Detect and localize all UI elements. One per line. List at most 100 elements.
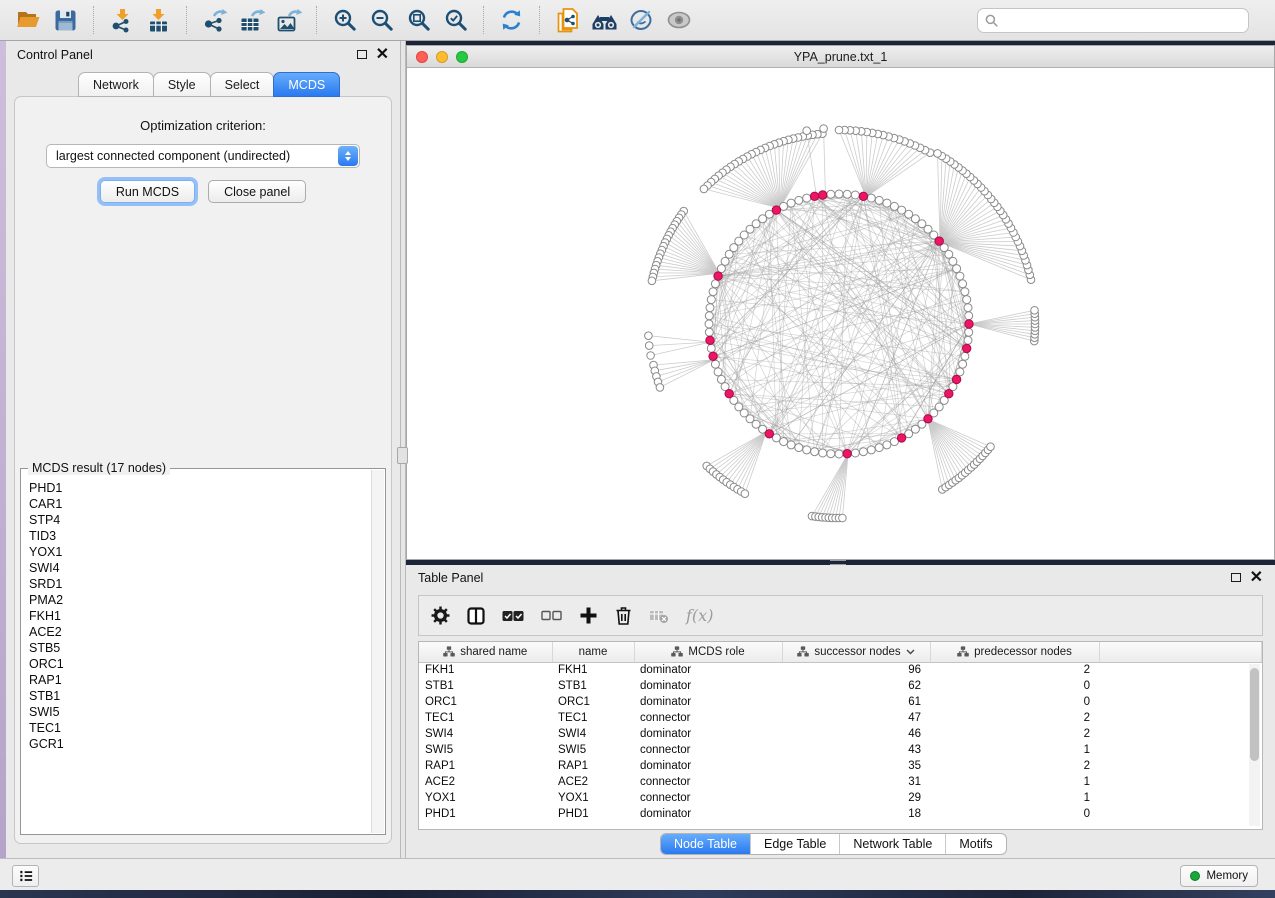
table-row[interactable]: ORC1ORC1dominator610 bbox=[419, 694, 1262, 710]
mcds-result-item[interactable]: STB5 bbox=[22, 640, 384, 656]
delete-table-icon[interactable] bbox=[649, 608, 669, 624]
mcds-result-item[interactable]: PHD1 bbox=[22, 480, 384, 496]
close-panel-icon[interactable]: ✕ bbox=[376, 49, 389, 61]
mcds-tab-content: Optimization criterion: largest connecte… bbox=[14, 96, 392, 844]
close-light[interactable] bbox=[416, 51, 428, 63]
table-scrollbar[interactable] bbox=[1249, 664, 1260, 826]
table-panel-tabs: Node TableEdge TableNetwork TableMotifs bbox=[660, 833, 1007, 855]
zoom-in-icon[interactable] bbox=[326, 2, 363, 38]
mcds-result-item[interactable]: TID3 bbox=[22, 528, 384, 544]
float-panel-icon[interactable] bbox=[1231, 573, 1241, 582]
network-window-titlebar[interactable]: YPA_prune.txt_1 bbox=[407, 46, 1274, 68]
column-header-name[interactable]: name bbox=[552, 642, 634, 662]
mcds-result-item[interactable]: FKH1 bbox=[22, 608, 384, 624]
column-layout-icon[interactable] bbox=[467, 607, 485, 625]
tab-node-table[interactable]: Node Table bbox=[661, 834, 750, 854]
deselect-all-checkbox-icon[interactable] bbox=[541, 610, 562, 621]
table-row[interactable]: TEC1TEC1connector472 bbox=[419, 710, 1262, 726]
mcds-result-item[interactable]: ACE2 bbox=[22, 624, 384, 640]
mcds-result-item[interactable]: STP4 bbox=[22, 512, 384, 528]
delete-column-icon[interactable] bbox=[615, 606, 632, 626]
table-cell: 2 bbox=[930, 726, 1099, 742]
float-panel-icon[interactable] bbox=[357, 50, 367, 59]
close-panel-button[interactable]: Close panel bbox=[208, 180, 306, 203]
column-header-MCDS-role[interactable]: MCDS role bbox=[634, 642, 782, 662]
table-cell bbox=[1099, 710, 1262, 726]
search-input[interactable] bbox=[1003, 13, 1241, 27]
search-network-icon[interactable] bbox=[586, 2, 623, 38]
mcds-result-item[interactable]: SWI4 bbox=[22, 560, 384, 576]
mcds-result-item[interactable]: GCR1 bbox=[22, 736, 384, 752]
tab-select[interactable]: Select bbox=[210, 72, 275, 97]
zoom-fit-icon[interactable] bbox=[400, 2, 437, 38]
mcds-result-item[interactable]: ORC1 bbox=[22, 656, 384, 672]
table-row[interactable]: STB1STB1dominator620 bbox=[419, 678, 1262, 694]
mcds-result-item[interactable]: PMA2 bbox=[22, 592, 384, 608]
add-column-icon[interactable] bbox=[579, 606, 598, 625]
tab-style[interactable]: Style bbox=[153, 72, 211, 97]
horizontal-splitter-handle[interactable] bbox=[830, 560, 846, 565]
show-panel-icon[interactable] bbox=[660, 2, 697, 38]
zoom-out-icon[interactable] bbox=[363, 2, 400, 38]
vertical-splitter-handle[interactable] bbox=[397, 447, 408, 464]
table-cell: 2 bbox=[930, 758, 1099, 774]
mcds-result-title: MCDS result (17 nodes) bbox=[28, 461, 170, 475]
table-row[interactable]: ACE2ACE2connector311 bbox=[419, 774, 1262, 790]
table-row[interactable]: SWI5SWI5connector431 bbox=[419, 742, 1262, 758]
column-header-successor-nodes[interactable]: successor nodes bbox=[782, 642, 930, 662]
column-header-blank bbox=[1099, 642, 1262, 662]
zoom-selected-icon[interactable] bbox=[437, 2, 474, 38]
table-scrollbar-thumb[interactable] bbox=[1250, 668, 1259, 761]
export-image-icon[interactable] bbox=[270, 2, 307, 38]
zoom-light[interactable] bbox=[456, 51, 468, 63]
run-mcds-button[interactable]: Run MCDS bbox=[100, 180, 195, 203]
network-graph[interactable] bbox=[407, 68, 1275, 561]
memory-status-icon bbox=[1190, 871, 1200, 881]
tab-motifs[interactable]: Motifs bbox=[945, 834, 1005, 854]
network-canvas[interactable] bbox=[407, 68, 1274, 559]
save-icon[interactable] bbox=[47, 2, 84, 38]
mcds-result-item[interactable]: STB1 bbox=[22, 688, 384, 704]
close-panel-icon[interactable]: ✕ bbox=[1250, 572, 1263, 584]
mcds-result-item[interactable]: SRD1 bbox=[22, 576, 384, 592]
minimize-light[interactable] bbox=[436, 51, 448, 63]
export-network-icon[interactable] bbox=[196, 2, 233, 38]
tab-edge-table[interactable]: Edge Table bbox=[750, 834, 839, 854]
optimization-criterion-select[interactable]: largest connected component (undirected) bbox=[46, 144, 360, 168]
import-network-icon[interactable] bbox=[103, 2, 140, 38]
search-box[interactable] bbox=[977, 8, 1249, 33]
memory-button[interactable]: Memory bbox=[1180, 865, 1258, 887]
mcds-result-item[interactable]: TEC1 bbox=[22, 720, 384, 736]
application-window: Control Panel ✕ NetworkStyleSelectMCDS O… bbox=[0, 0, 1275, 898]
refresh-layout-icon[interactable] bbox=[493, 2, 530, 38]
table-panel: Table Panel ✕ bbox=[406, 565, 1275, 858]
table-settings-icon[interactable] bbox=[431, 606, 450, 625]
table-row[interactable]: RAP1RAP1dominator352 bbox=[419, 758, 1262, 774]
column-header-predecessor-nodes[interactable]: predecessor nodes bbox=[930, 642, 1099, 662]
tab-mcds[interactable]: MCDS bbox=[273, 72, 340, 97]
function-builder-icon[interactable]: f(x) bbox=[686, 606, 713, 625]
mcds-result-item[interactable]: CAR1 bbox=[22, 496, 384, 512]
mcds-result-list: PHD1CAR1STP4TID3YOX1SWI4SRD1PMA2FKH1ACE2… bbox=[22, 470, 384, 833]
column-header-shared-name[interactable]: shared name bbox=[419, 642, 552, 662]
table-row[interactable]: YOX1YOX1connector291 bbox=[419, 790, 1262, 806]
mcds-list-scrollbar[interactable] bbox=[371, 470, 384, 833]
hide-panel-icon[interactable] bbox=[623, 2, 660, 38]
task-history-button[interactable] bbox=[12, 865, 39, 887]
tab-network[interactable]: Network bbox=[78, 72, 154, 97]
table-cell: SWI5 bbox=[419, 742, 552, 758]
mcds-result-group: MCDS result (17 nodes) PHD1CAR1STP4TID3Y… bbox=[20, 468, 386, 835]
mcds-result-item[interactable]: RAP1 bbox=[22, 672, 384, 688]
table-row[interactable]: PHD1PHD1dominator180 bbox=[419, 806, 1262, 822]
table-row[interactable]: FKH1FKH1dominator962 bbox=[419, 662, 1262, 678]
mcds-result-item[interactable]: SWI5 bbox=[22, 704, 384, 720]
import-table-icon[interactable] bbox=[140, 2, 177, 38]
mcds-result-item[interactable]: YOX1 bbox=[22, 544, 384, 560]
share-document-icon[interactable] bbox=[549, 2, 586, 38]
select-all-checkbox-icon[interactable] bbox=[502, 610, 524, 622]
tab-network-table[interactable]: Network Table bbox=[839, 834, 945, 854]
table-row[interactable]: SWI4SWI4dominator462 bbox=[419, 726, 1262, 742]
table-cell: dominator bbox=[634, 726, 782, 742]
open-folder-icon[interactable] bbox=[10, 2, 47, 38]
export-table-icon[interactable] bbox=[233, 2, 270, 38]
